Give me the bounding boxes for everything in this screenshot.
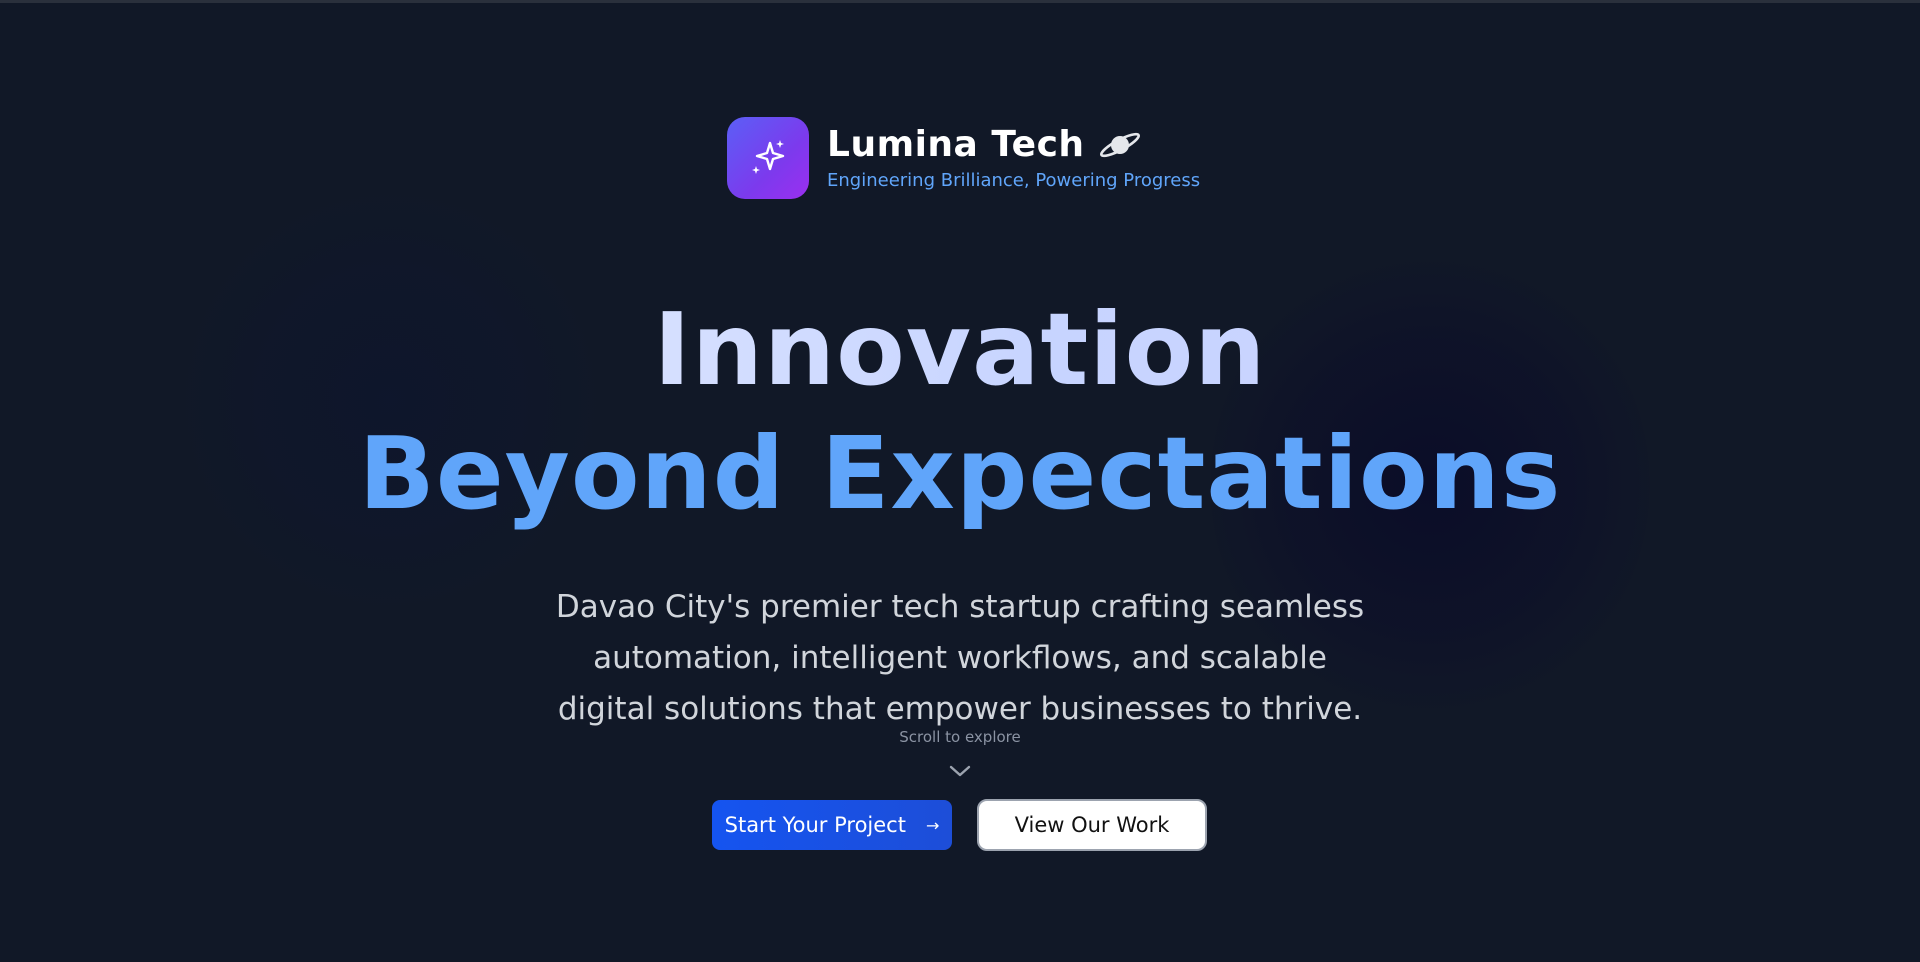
sparkles-icon	[752, 140, 785, 174]
brand-header[interactable]: Lumina Tech Engineering Brilliance, Powe…	[727, 117, 1200, 199]
headline-line-2: Beyond Expectations	[358, 415, 1562, 532]
start-project-button[interactable]: Start Your Project →	[712, 800, 952, 850]
planet-icon	[1099, 132, 1140, 158]
hero-subtitle: Davao City's premier tech startup crafti…	[555, 589, 1365, 727]
start-project-label: Start Your Project	[724, 813, 906, 837]
brand-name-row: Lumina Tech	[827, 124, 1200, 166]
headline-line-1: Innovation	[0, 290, 1920, 410]
hero-page: Lumina Tech Engineering Brilliance, Powe…	[0, 0, 1920, 962]
view-work-label: View Our Work	[1014, 813, 1170, 837]
brand-text: Lumina Tech Engineering Brilliance, Powe…	[827, 124, 1200, 192]
scroll-hint[interactable]: Scroll to explore	[0, 728, 1920, 746]
brand-tagline: Engineering Brilliance, Powering Progres…	[827, 170, 1201, 191]
arrow-right-icon: →	[925, 815, 940, 835]
top-divider	[0, 0, 1920, 3]
chevron-down-icon[interactable]	[947, 763, 973, 779]
logo[interactable]	[727, 117, 809, 199]
brand-name: Lumina Tech	[827, 124, 1085, 165]
view-work-button[interactable]: View Our Work	[977, 799, 1207, 851]
